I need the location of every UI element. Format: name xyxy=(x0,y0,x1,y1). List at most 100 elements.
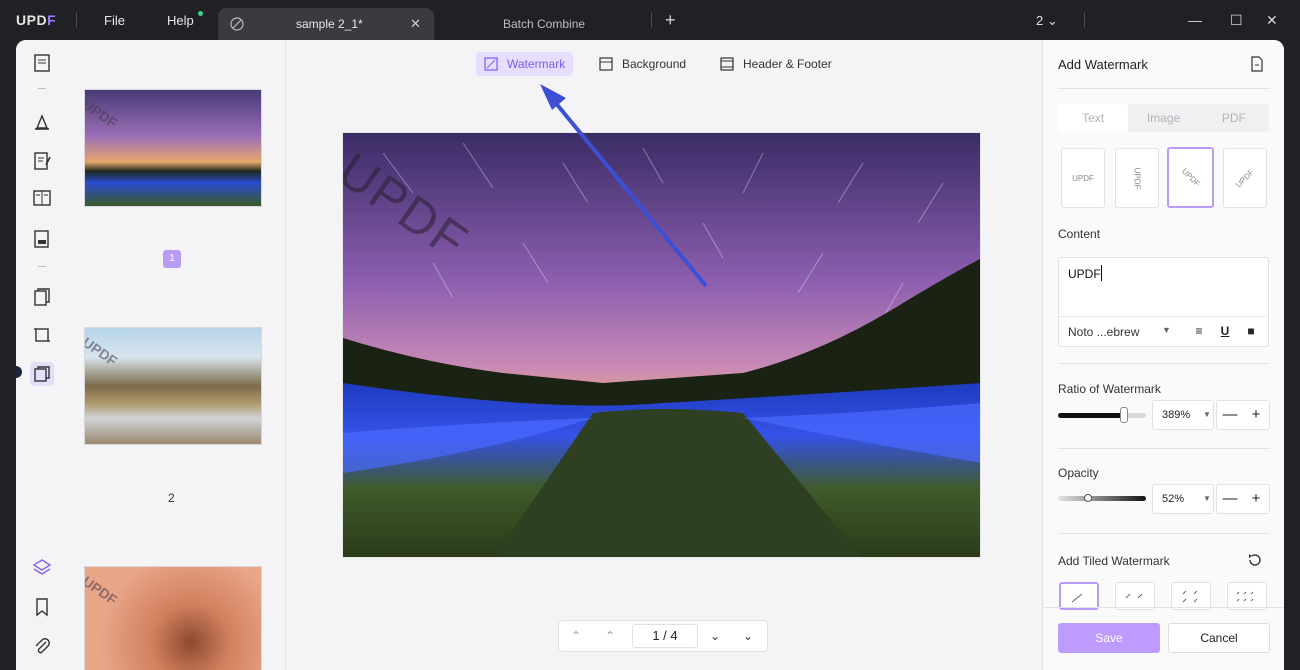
page-number-badge: 1 xyxy=(163,250,181,268)
chevron-down-icon: ⌄ xyxy=(1046,13,1058,28)
sidebar-collapse-handle[interactable] xyxy=(16,366,22,378)
tab-separator xyxy=(651,12,652,28)
maximize-icon[interactable]: ☐ xyxy=(1230,12,1243,29)
ratio-stepper: — + xyxy=(1216,400,1270,430)
tab-batch-combine[interactable]: Batch Combine xyxy=(503,17,585,31)
ratio-decrease-button[interactable]: — xyxy=(1217,401,1243,429)
page-number: 2 xyxy=(168,491,175,505)
style-preview-horizontal[interactable]: UPDF xyxy=(1061,148,1105,208)
tile-single[interactable] xyxy=(1059,582,1099,610)
opacity-decrease-button[interactable]: — xyxy=(1217,485,1243,513)
style-preview-diagonal[interactable]: UPDF xyxy=(1167,147,1214,208)
ratio-select[interactable]: 389% ▼ xyxy=(1152,400,1214,430)
page-navigator: ⌃ ⌃ 1 / 4 ⌄ ⌄ xyxy=(558,620,768,652)
toolbar-separator xyxy=(38,88,46,89)
attachment-icon[interactable] xyxy=(30,634,54,658)
reader-icon[interactable] xyxy=(30,51,54,75)
opacity-slider-handle[interactable] xyxy=(1084,494,1092,502)
form-icon[interactable] xyxy=(30,227,54,251)
ratio-label: Ratio of Watermark xyxy=(1058,382,1161,396)
toolbar-separator-2 xyxy=(38,266,46,267)
align-icon[interactable]: ≡ xyxy=(1190,322,1208,340)
ratio-slider-handle[interactable] xyxy=(1120,407,1128,423)
tab-sample[interactable]: sample 2_1* ✕ xyxy=(218,8,434,40)
save-button[interactable]: Save xyxy=(1058,623,1160,653)
last-page-icon[interactable]: ⌄ xyxy=(739,627,757,645)
tab-title: sample 2_1* xyxy=(296,17,363,31)
reset-icon[interactable] xyxy=(1247,552,1263,568)
text-caret xyxy=(1101,265,1102,281)
left-toolbar xyxy=(16,40,68,670)
segment-pdf[interactable]: PDF xyxy=(1199,104,1269,132)
opacity-increase-button[interactable]: + xyxy=(1243,485,1269,513)
page-thumbnail[interactable]: UPDF xyxy=(84,327,262,445)
opacity-select[interactable]: 52% ▼ xyxy=(1152,484,1214,514)
watermark-content-editor[interactable]: UPDF Noto ...ebrew ▼ ≡ U ■ xyxy=(1058,257,1269,347)
watermark-tool-icon[interactable] xyxy=(30,362,54,386)
opacity-label: Opacity xyxy=(1058,466,1099,480)
bookmark-icon[interactable] xyxy=(30,595,54,619)
divider xyxy=(1058,448,1270,449)
title-bar: UPDF File Help sample 2_1* ✕ Batch Combi… xyxy=(0,0,1300,40)
font-family-select[interactable]: Noto ...ebrew xyxy=(1068,325,1139,339)
style-preview-vertical[interactable]: UPDF xyxy=(1115,148,1159,208)
opacity-slider-track[interactable] xyxy=(1058,496,1146,501)
window-close-icon[interactable]: ✕ xyxy=(1266,12,1278,29)
text-fill-icon[interactable]: ■ xyxy=(1242,322,1260,340)
watermark-type-selector: Text Image PDF xyxy=(1058,104,1269,132)
tile-double[interactable] xyxy=(1115,582,1155,610)
thumbnail-watermark: UPDF xyxy=(84,573,121,608)
tiled-watermark-label: Add Tiled Watermark xyxy=(1058,554,1170,568)
thumbnail-watermark: UPDF xyxy=(84,334,121,369)
divider xyxy=(1058,533,1270,534)
edit-pdf-icon[interactable] xyxy=(30,149,54,173)
minimize-icon[interactable]: — xyxy=(1188,12,1202,28)
comment-icon[interactable] xyxy=(30,110,54,134)
crop-icon[interactable] xyxy=(30,323,54,347)
ratio-slider-track[interactable] xyxy=(1058,413,1146,418)
divider xyxy=(1058,88,1270,89)
footer-divider xyxy=(1043,607,1284,608)
ratio-increase-button[interactable]: + xyxy=(1243,401,1269,429)
title-separator-2 xyxy=(1084,12,1085,28)
style-preview-reverse-diagonal[interactable]: UPDF xyxy=(1223,148,1267,208)
tile-many[interactable] xyxy=(1227,582,1267,610)
thumbnail-panel: UPDF 1 UPDF 2 UPDF xyxy=(68,40,286,670)
first-page-icon[interactable]: ⌃ xyxy=(567,627,585,645)
segment-image[interactable]: Image xyxy=(1128,104,1198,132)
organize-pages-icon[interactable] xyxy=(30,285,54,309)
thumbnail-watermark: UPDF xyxy=(84,96,121,131)
watermark-panel: Add Watermark Text Image PDF UPDF UPDF U… xyxy=(1042,40,1284,670)
menu-file[interactable]: File xyxy=(104,13,125,28)
divider xyxy=(1058,363,1270,364)
panel-title: Add Watermark xyxy=(1058,57,1148,72)
page-thumbnail[interactable]: UPDF xyxy=(84,566,262,670)
updf-logo: UPDF xyxy=(16,12,57,28)
previous-page-icon[interactable]: ⌃ xyxy=(601,627,619,645)
next-page-icon[interactable]: ⌄ xyxy=(706,627,724,645)
document-link-icon xyxy=(230,17,244,31)
page-layout-icon[interactable] xyxy=(30,186,54,210)
page-thumbnail[interactable]: UPDF xyxy=(84,89,262,207)
page-count-dropdown[interactable]: 2 ⌄ xyxy=(1036,13,1058,29)
cancel-button[interactable]: Cancel xyxy=(1168,623,1270,653)
app-window: UPDF 1 UPDF 2 UPDF Watermark Background … xyxy=(16,40,1284,670)
close-tab-icon[interactable]: ✕ xyxy=(410,16,421,32)
title-separator xyxy=(76,12,77,28)
page-number-input[interactable]: 1 / 4 xyxy=(632,624,698,648)
layers-icon[interactable] xyxy=(30,555,54,579)
opacity-stepper: — + xyxy=(1216,484,1270,514)
export-template-icon[interactable] xyxy=(1250,56,1264,72)
font-dropdown-icon[interactable]: ▼ xyxy=(1162,325,1171,335)
segment-text[interactable]: Text xyxy=(1058,104,1129,132)
content-label: Content xyxy=(1058,227,1101,241)
document-canvas: Watermark Background Header & Footer UPD… xyxy=(286,40,1042,670)
menu-help[interactable]: Help xyxy=(167,13,194,28)
underline-icon[interactable]: U xyxy=(1216,322,1234,340)
tile-quad[interactable] xyxy=(1171,582,1211,610)
add-tab-icon[interactable]: + xyxy=(665,11,676,29)
content-text[interactable]: UPDF xyxy=(1068,267,1101,281)
annotation-arrow-icon xyxy=(540,84,708,288)
help-notification-dot xyxy=(198,11,203,16)
format-divider xyxy=(1059,316,1268,317)
